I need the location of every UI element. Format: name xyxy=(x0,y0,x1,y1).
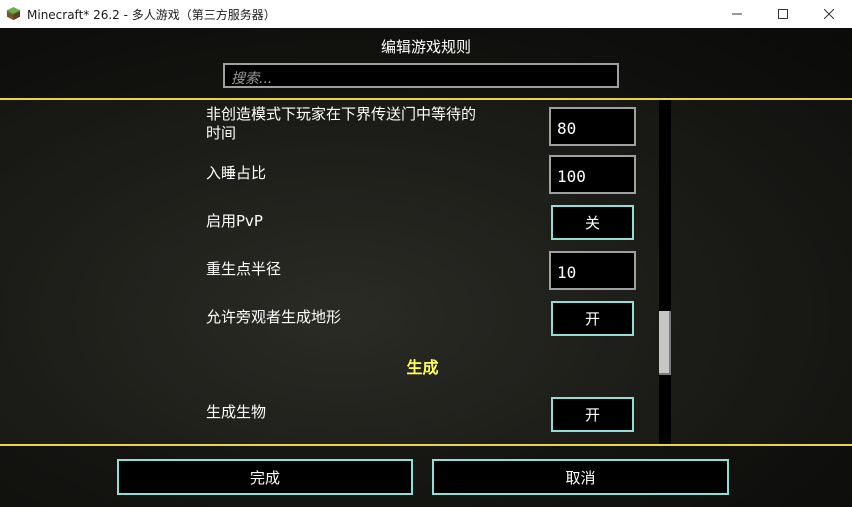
scrollbar-thumb[interactable] xyxy=(659,311,671,375)
header-separator xyxy=(0,98,852,100)
minecraft-window: Minecraft* 26.2 - 多人游戏（第三方服务器） 编辑游戏规则 搜索… xyxy=(0,0,852,507)
game-viewport: 编辑游戏规则 搜索... 非创造模式下玩家在下界传送门中等待的 时间 80 入睡… xyxy=(0,28,852,507)
rule-value-portal-wait-input[interactable]: 80 xyxy=(549,107,636,146)
rule-label-line: 时间 xyxy=(206,124,237,142)
minimize-icon xyxy=(732,13,742,15)
screen-title: 编辑游戏规则 xyxy=(380,38,471,56)
search-input[interactable]: 搜索... xyxy=(223,63,619,88)
maximize-icon xyxy=(778,9,788,19)
maximize-button[interactable] xyxy=(760,0,806,28)
rule-label-spawn-mobs: 生成生物 xyxy=(206,403,267,421)
window-title: Minecraft* 26.2 - 多人游戏（第三方服务器） xyxy=(27,8,276,22)
rule-toggle-spectators-generate-chunks-button[interactable]: 开 xyxy=(551,301,634,336)
close-icon xyxy=(824,9,834,19)
rule-label-spectators-generate-chunks: 允许旁观者生成地形 xyxy=(206,308,342,326)
grass-block-icon xyxy=(6,6,21,21)
title-bar: Minecraft* 26.2 - 多人游戏（第三方服务器） xyxy=(0,0,852,28)
done-button[interactable]: 完成 xyxy=(117,459,413,495)
rule-label-portal-wait: 非创造模式下玩家在下界传送门中等待的 时间 xyxy=(206,105,476,143)
rule-toggle-pvp-button[interactable]: 关 xyxy=(551,205,634,240)
rule-toggle-spawn-mobs-button[interactable]: 开 xyxy=(551,397,634,432)
rule-value-sleep-percentage-input[interactable]: 100 xyxy=(549,155,636,194)
rule-value-spawn-radius-input[interactable]: 10 xyxy=(549,251,636,290)
cancel-button[interactable]: 取消 xyxy=(432,459,729,495)
category-header-spawning: 生成 xyxy=(406,358,439,377)
rule-label-sleep-percentage: 入睡占比 xyxy=(206,164,267,182)
scrollbar-track[interactable] xyxy=(659,100,671,444)
rule-label-pvp: 启用PvP xyxy=(206,212,263,230)
minimize-button[interactable] xyxy=(714,0,760,28)
rule-label-spawn-radius: 重生点半径 xyxy=(206,260,282,278)
rule-label-line: 非创造模式下玩家在下界传送门中等待的 xyxy=(206,105,477,123)
rules-list[interactable] xyxy=(0,100,852,444)
close-button[interactable] xyxy=(806,0,852,28)
footer-separator xyxy=(0,444,852,446)
